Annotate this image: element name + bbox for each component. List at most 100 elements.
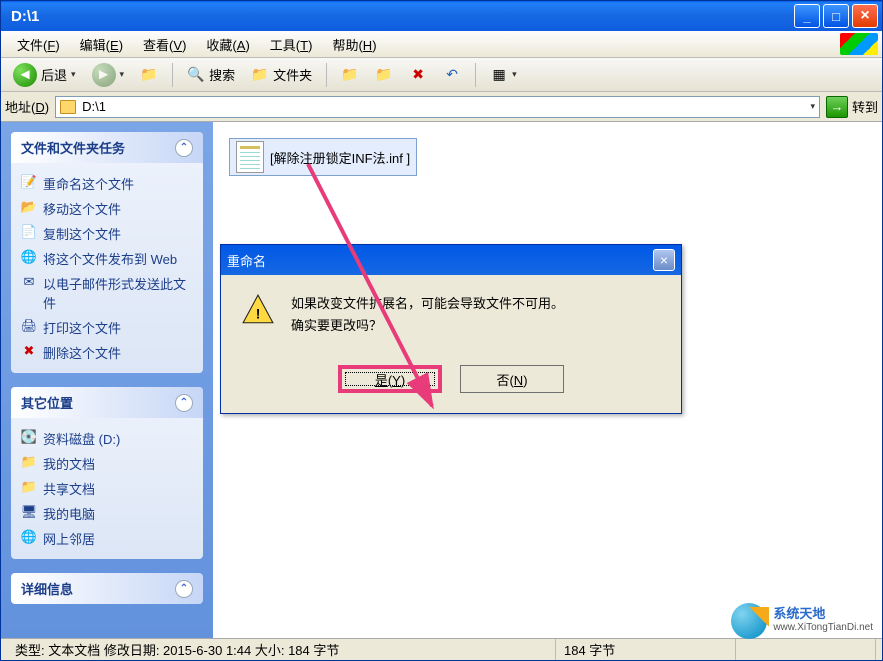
address-value: D:\1 (82, 99, 106, 114)
file-name: [解除注册锁定INF法.inf ] (270, 148, 410, 167)
menu-favorites[interactable]: 收藏(A) (196, 33, 259, 56)
dialog-message: 如果改变文件扩展名，可能会导致文件不可用。 确实要更改吗？ (291, 293, 564, 337)
watermark: 系统天地 www.XiTongTianDi.net (731, 603, 873, 639)
task-publish[interactable]: 🌐将这个文件发布到 Web (21, 246, 193, 271)
sidebar: 文件和文件夹任务 ⌃ 📝重命名这个文件 📂移动这个文件 📄复制这个文件 🌐将这个… (1, 122, 213, 638)
addressbar: 地址(D) D:\1 ▾ → 转到 (1, 92, 882, 122)
chevron-down-icon: ▾ (120, 69, 125, 80)
warning-icon: ! (241, 293, 275, 327)
task-copy[interactable]: 📄复制这个文件 (21, 221, 193, 246)
chevron-down-icon: ▾ (512, 69, 517, 80)
places-panel-header[interactable]: 其它位置 ⌃ (11, 387, 203, 418)
menu-help[interactable]: 帮助(H) (322, 33, 386, 56)
undo-icon: ↶ (443, 66, 461, 84)
go-arrow-icon: → (826, 96, 848, 118)
folders-button[interactable]: 📁 文件夹 (245, 62, 318, 87)
menu-edit[interactable]: 编辑(E) (70, 33, 133, 56)
address-label: 地址(D) (5, 97, 49, 116)
delete-x-icon: ✖ (21, 343, 37, 359)
task-print[interactable]: 🖨打印这个文件 (21, 315, 193, 340)
folder-icon: 📁 (21, 454, 37, 470)
chevron-down-icon[interactable]: ▾ (810, 101, 815, 112)
back-arrow-icon: ◄ (13, 63, 37, 87)
back-button[interactable]: ◄ 后退 ▾ (7, 60, 82, 90)
rename-icon: 📝 (21, 174, 37, 190)
move-icon: 📂 (21, 199, 37, 215)
details-panel-header[interactable]: 详细信息 ⌃ (11, 573, 203, 604)
address-input[interactable]: D:\1 ▾ (55, 96, 820, 118)
dialog-titlebar[interactable]: 重命名 × (221, 245, 681, 275)
place-network[interactable]: 🌐网上邻居 (21, 526, 193, 551)
text-file-icon (236, 141, 264, 173)
copy-to-button[interactable]: 📁 (369, 63, 399, 87)
file-item-selected[interactable]: [解除注册锁定INF法.inf ] (229, 138, 417, 176)
delete-button[interactable]: ✖ (403, 63, 433, 87)
delete-x-icon: ✖ (409, 66, 427, 84)
undo-button[interactable]: ↶ (437, 63, 467, 87)
folder-icon: 📁 (21, 479, 37, 495)
folder-icon: 📁 (375, 66, 393, 84)
network-icon: 🌐 (21, 529, 37, 545)
place-ddrive[interactable]: 💽资料磁盘 (D:) (21, 426, 193, 451)
task-move[interactable]: 📂移动这个文件 (21, 196, 193, 221)
copy-icon: 📄 (21, 224, 37, 240)
folder-icon: 📁 (251, 66, 269, 84)
web-icon: 🌐 (21, 249, 37, 265)
separator (172, 63, 173, 87)
window-title: D:\1 (11, 8, 794, 25)
details-panel: 详细信息 ⌃ (11, 573, 203, 604)
windows-logo-icon (840, 33, 878, 55)
no-button[interactable]: 否(N) (460, 365, 564, 393)
task-delete[interactable]: ✖删除这个文件 (21, 340, 193, 365)
menubar: 文件(F) 编辑(E) 查看(V) 收藏(A) 工具(T) 帮助(H) (1, 31, 882, 58)
views-icon: ▦ (490, 66, 508, 84)
go-button[interactable]: → 转到 (826, 96, 878, 118)
chevron-up-icon: ⌃ (175, 580, 193, 598)
drive-icon: 💽 (21, 429, 37, 445)
minimize-button[interactable]: _ (794, 4, 820, 28)
tasks-panel-header[interactable]: 文件和文件夹任务 ⌃ (11, 132, 203, 163)
titlebar[interactable]: D:\1 _ □ × (1, 1, 882, 31)
folder-up-icon: 📁 (140, 66, 158, 84)
up-button[interactable]: 📁 (134, 63, 164, 87)
place-shared[interactable]: 📁共享文档 (21, 476, 193, 501)
watermark-logo-icon (731, 603, 767, 639)
folder-icon (60, 100, 76, 114)
menu-file[interactable]: 文件(F) (7, 33, 70, 56)
places-panel: 其它位置 ⌃ 💽资料磁盘 (D:) 📁我的文档 📁共享文档 🖥我的电脑 🌐网上邻… (11, 387, 203, 559)
close-button[interactable]: × (852, 4, 878, 28)
yes-button[interactable]: 是(Y) (338, 365, 442, 393)
place-mycomputer[interactable]: 🖥我的电脑 (21, 501, 193, 526)
separator (326, 63, 327, 87)
tasks-panel: 文件和文件夹任务 ⌃ 📝重命名这个文件 📂移动这个文件 📄复制这个文件 🌐将这个… (11, 132, 203, 373)
separator (475, 63, 476, 87)
rename-dialog: 重命名 × ! 如果改变文件扩展名，可能会导致文件不可用。 确实要更改吗？ 是(… (220, 244, 682, 414)
dialog-title-text: 重命名 (227, 251, 266, 270)
toolbar: ◄ 后退 ▾ ► ▾ 📁 🔍 搜索 📁 文件夹 📁 📁 ✖ ↶ ▦▾ (1, 58, 882, 92)
status-left: 类型: 文本文档 修改日期: 2015-6-30 1:44 大小: 184 字节 (7, 639, 556, 660)
dialog-close-button[interactable]: × (653, 249, 675, 271)
statusbar: 类型: 文本文档 修改日期: 2015-6-30 1:44 大小: 184 字节… (1, 638, 882, 660)
chevron-up-icon: ⌃ (175, 139, 193, 157)
menu-tools[interactable]: 工具(T) (260, 33, 323, 56)
search-icon: 🔍 (187, 66, 205, 84)
views-button[interactable]: ▦▾ (484, 63, 523, 87)
move-to-button[interactable]: 📁 (335, 63, 365, 87)
folder-icon: 📁 (341, 66, 359, 84)
chevron-up-icon: ⌃ (175, 394, 193, 412)
computer-icon: 🖥 (21, 504, 37, 520)
forward-arrow-icon: ► (92, 63, 116, 87)
svg-text:!: ! (256, 306, 261, 322)
print-icon: 🖨 (21, 318, 37, 334)
place-mydocs[interactable]: 📁我的文档 (21, 451, 193, 476)
menu-view[interactable]: 查看(V) (133, 33, 196, 56)
status-right (736, 639, 876, 660)
task-email[interactable]: ✉以电子邮件形式发送此文件 (21, 271, 193, 315)
mail-icon: ✉ (21, 274, 37, 290)
forward-button[interactable]: ► ▾ (86, 60, 131, 90)
task-rename[interactable]: 📝重命名这个文件 (21, 171, 193, 196)
search-button[interactable]: 🔍 搜索 (181, 62, 241, 87)
maximize-button[interactable]: □ (823, 4, 849, 28)
chevron-down-icon: ▾ (71, 69, 76, 80)
status-size: 184 字节 (556, 639, 736, 660)
